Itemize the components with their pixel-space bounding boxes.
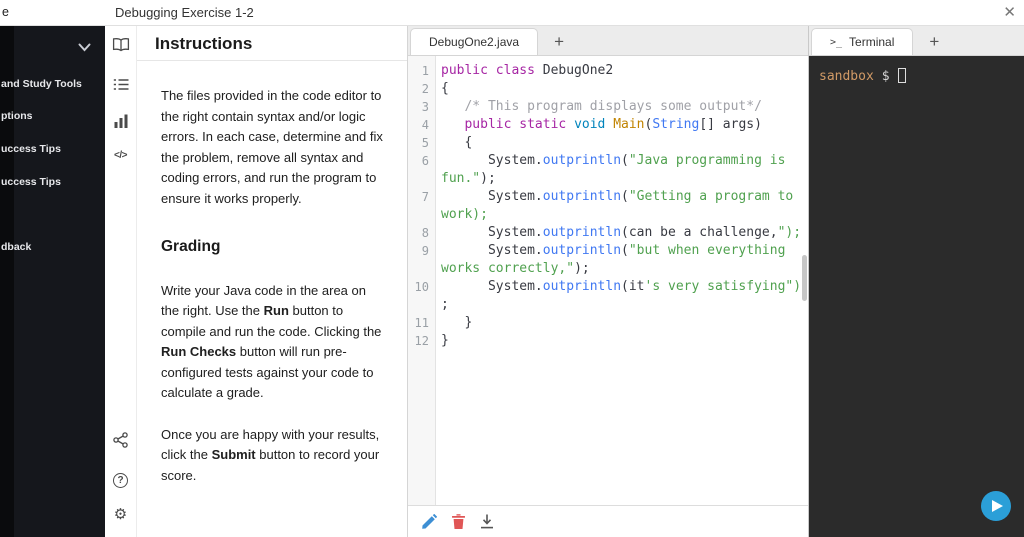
truncated-left-title: e: [2, 5, 9, 19]
sidebar-item[interactable]: uccess Tips: [1, 143, 61, 155]
editor-gutter: 123456 7 89 10 11 12: [408, 56, 436, 505]
new-terminal-button[interactable]: +: [929, 33, 939, 50]
download-icon[interactable]: [480, 514, 494, 529]
code-line[interactable]: /* This program displays some output*/: [441, 98, 808, 116]
window-header: e Debugging Exercise 1-2 ✕: [0, 0, 1024, 26]
close-icon[interactable]: ✕: [1003, 3, 1016, 21]
code-lines[interactable]: public class DebugOne2{ /* This program …: [436, 56, 808, 505]
code-line[interactable]: work);: [441, 206, 808, 224]
terminal-cursor: [897, 68, 906, 83]
help-icon[interactable]: ?: [105, 470, 136, 488]
sidebar-item[interactable]: dback: [1, 241, 31, 253]
code-line[interactable]: fun.");: [441, 170, 808, 188]
instructions-body: The files provided in the code editor to…: [137, 61, 407, 486]
terminal-tab-bar: >_ Terminal +: [809, 26, 1024, 56]
code-line[interactable]: }: [441, 332, 808, 350]
edit-pencil-icon[interactable]: [422, 514, 437, 529]
terminal-output[interactable]: sandbox $: [809, 56, 1024, 537]
code-line[interactable]: {: [441, 80, 808, 98]
window-title: Debugging Exercise 1-2: [115, 5, 254, 20]
code-line[interactable]: }: [441, 314, 808, 332]
chevron-down-icon[interactable]: [78, 39, 92, 52]
editor-toolbar: [408, 505, 808, 537]
code-editor-panel: DebugOne2.java + 123456 7 89 10 11 12 pub…: [408, 26, 808, 537]
play-triangle-icon: [992, 500, 1003, 512]
instructions-intro-paragraph: The files provided in the code editor to…: [161, 88, 383, 206]
grading-paragraph: Write your Java code in the area on the …: [161, 282, 382, 401]
tab-debugone2-java[interactable]: DebugOne2.java: [410, 28, 539, 55]
navigation-sidebar: and Study Tools ptions uccess Tips uccess T…: [0, 26, 105, 537]
editor-scrollbar-thumb[interactable]: [802, 255, 807, 301]
editor-tab-bar: DebugOne2.java +: [408, 26, 808, 56]
bar-chart-icon[interactable]: [105, 114, 136, 133]
share-icon[interactable]: [105, 432, 136, 453]
open-book-icon[interactable]: [105, 37, 136, 57]
new-tab-button[interactable]: +: [554, 33, 564, 50]
terminal-tab-label: Terminal: [849, 35, 895, 49]
instructions-panel: Instructions The files provided in the c…: [137, 26, 408, 537]
editor-tab-label: DebugOne2.java: [429, 35, 520, 49]
grading-heading: Grading: [161, 238, 221, 256]
sidebar-item[interactable]: ptions: [1, 110, 33, 122]
code-line[interactable]: ;: [441, 296, 808, 314]
sidebar-item[interactable]: and Study Tools: [1, 78, 82, 90]
tab-terminal[interactable]: >_ Terminal: [811, 28, 914, 55]
submit-paragraph: Once you are happy with your results, cl…: [161, 426, 380, 483]
gear-icon[interactable]: ⚙: [105, 505, 136, 523]
terminal-prompt-user: sandbox: [819, 69, 874, 84]
code-line[interactable]: {: [441, 134, 808, 152]
code-line[interactable]: System.outprintln("Java programming is: [441, 152, 808, 170]
code-line[interactable]: System.outprintln("Getting a program to: [441, 188, 808, 206]
run-play-button[interactable]: [981, 491, 1011, 521]
code-line[interactable]: System.outprintln(it's very satisfying"): [441, 278, 808, 296]
sidebar-item[interactable]: uccess Tips: [1, 176, 61, 188]
code-area[interactable]: 123456 7 89 10 11 12 public class DebugOn…: [408, 56, 808, 505]
terminal-prompt-icon: >_: [830, 36, 843, 48]
terminal-panel: >_ Terminal + sandbox $: [808, 26, 1024, 537]
checklist-icon[interactable]: [105, 78, 136, 96]
code-line[interactable]: public static void Main(String[] args): [441, 116, 808, 134]
code-line[interactable]: System.outprintln("but when everything: [441, 242, 808, 260]
terminal-prompt-symbol: $: [881, 69, 890, 84]
instructions-title: Instructions: [137, 26, 407, 61]
code-line[interactable]: works correctly,");: [441, 260, 808, 278]
code-icon[interactable]: </>: [105, 150, 136, 161]
code-line[interactable]: public class DebugOne2: [441, 62, 808, 80]
tool-rail: </> ? ⚙: [105, 26, 137, 537]
code-line[interactable]: System.outprintln(can be a challenge,");: [441, 224, 808, 242]
delete-trash-icon[interactable]: [452, 514, 465, 529]
